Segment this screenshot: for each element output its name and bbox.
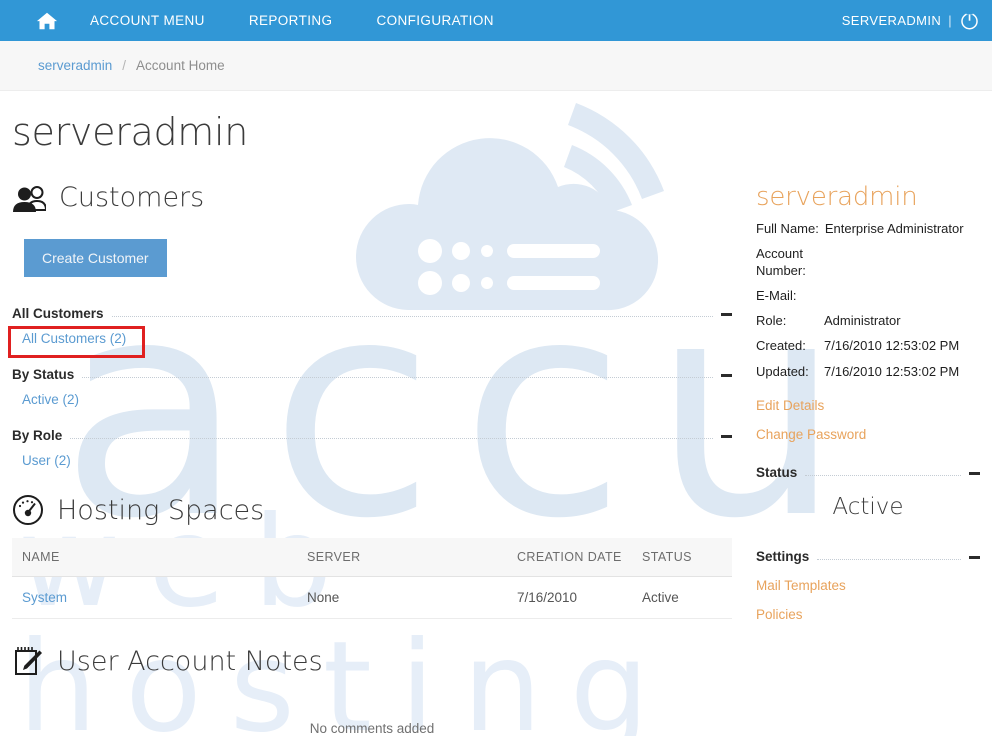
hosting-spaces-section-header: Hosting Spaces xyxy=(12,494,732,526)
filter-group-label: By Role xyxy=(12,428,63,443)
user-account-notes-title: User Account Notes xyxy=(57,645,323,677)
collapse-minus-icon[interactable] xyxy=(721,435,732,438)
table-header-row: NAME SERVER CREATION DATE STATUS xyxy=(12,538,732,577)
filter-group-label: All Customers xyxy=(12,306,104,321)
dotted-divider xyxy=(817,558,961,560)
gauge-icon xyxy=(12,494,44,526)
cell-server: None xyxy=(297,576,507,619)
policies-link[interactable]: Policies xyxy=(756,607,980,622)
breadcrumb-root-link[interactable]: serveradmin xyxy=(38,58,112,73)
filter-group-header[interactable]: All Customers xyxy=(12,299,732,321)
top-navigation-bar: ACCOUNT MENU REPORTING CONFIGURATION SER… xyxy=(0,0,992,41)
mail-templates-link[interactable]: Mail Templates xyxy=(756,578,980,593)
nav-item-reporting[interactable]: REPORTING xyxy=(227,0,355,41)
account-details-sidebar: serveradmin Full Name: Enterprise Admini… xyxy=(756,182,980,636)
nav-item-configuration[interactable]: CONFIGURATION xyxy=(354,0,515,41)
detail-row-email: E-Mail: xyxy=(756,288,980,304)
dotted-divider xyxy=(82,377,713,378)
status-value: Active xyxy=(832,493,904,520)
filter-group-header[interactable]: By Role xyxy=(12,421,732,443)
detail-row-account-number: Account Number: xyxy=(756,246,980,279)
filter-group-header[interactable]: By Status xyxy=(12,360,732,382)
page-title: serveradmin xyxy=(12,110,249,154)
current-user-label[interactable]: SERVERADMIN xyxy=(842,13,942,28)
power-icon xyxy=(961,11,978,30)
status-section-header[interactable]: Status xyxy=(756,460,980,480)
detail-row-full-name: Full Name: Enterprise Administrator xyxy=(756,221,980,237)
sidebar-account-title: serveradmin xyxy=(756,182,918,212)
hosting-spaces-table: NAME SERVER CREATION DATE STATUS System … xyxy=(12,538,732,619)
column-header-server[interactable]: SERVER xyxy=(297,538,507,577)
home-icon xyxy=(36,12,58,29)
detail-row-created: Created: 7/16/2010 12:53:02 PM xyxy=(756,338,980,354)
detail-label: E-Mail: xyxy=(756,287,797,303)
breadcrumb-current: Account Home xyxy=(136,58,225,73)
change-password-link[interactable]: Change Password xyxy=(756,427,980,442)
detail-row-role: Role: Administrator xyxy=(756,313,980,329)
edit-details-link[interactable]: Edit Details xyxy=(756,398,980,413)
detail-label: Full Name: xyxy=(756,221,819,236)
filter-link-active[interactable]: Active (2) xyxy=(22,392,79,407)
detail-value: 7/16/2010 12:53:02 PM xyxy=(824,363,960,379)
detail-label: Updated: xyxy=(756,363,809,379)
column-header-status[interactable]: STATUS xyxy=(632,538,732,577)
filter-group-by-status: By Status Active (2) xyxy=(12,360,732,419)
customers-title: Customers xyxy=(59,182,205,213)
user-account-notes-section-header: User Account Notes xyxy=(12,645,732,677)
detail-value: 7/16/2010 12:53:02 PM xyxy=(824,338,960,354)
dotted-divider xyxy=(805,474,961,476)
home-button[interactable] xyxy=(26,0,68,41)
detail-label: Account Number: xyxy=(756,246,806,278)
status-section-label: Status xyxy=(756,464,798,480)
filter-link-all-customers[interactable]: All Customers (2) xyxy=(22,331,126,346)
breadcrumb-separator: / xyxy=(122,58,127,73)
logout-button[interactable] xyxy=(959,10,980,31)
filter-group-label: By Status xyxy=(12,367,75,382)
column-header-name[interactable]: NAME xyxy=(12,538,297,577)
nav-item-account-menu[interactable]: ACCOUNT MENU xyxy=(68,0,227,41)
collapse-minus-icon[interactable] xyxy=(721,313,732,316)
dotted-divider xyxy=(70,438,713,439)
detail-row-updated: Updated: 7/16/2010 12:53:02 PM xyxy=(756,364,980,380)
dotted-divider xyxy=(111,316,713,317)
hosting-space-link-system[interactable]: System xyxy=(22,590,67,605)
main-content: Customers Create Customer All Customers … xyxy=(12,182,732,736)
collapse-minus-icon[interactable] xyxy=(721,374,732,377)
table-row: System None 7/16/2010 Active xyxy=(12,576,732,619)
collapse-minus-icon[interactable] xyxy=(969,471,980,475)
filter-link-user[interactable]: User (2) xyxy=(22,453,71,468)
detail-label: Created: xyxy=(756,338,806,354)
filter-group-all-customers: All Customers All Customers (2) xyxy=(12,299,732,358)
users-icon xyxy=(12,183,46,213)
detail-value: Administrator xyxy=(824,313,901,328)
create-customer-button[interactable]: Create Customer xyxy=(24,239,167,277)
cell-creation-date: 7/16/2010 xyxy=(507,576,632,619)
notes-empty-message: No comments added xyxy=(309,721,435,736)
hosting-spaces-title: Hosting Spaces xyxy=(57,494,265,526)
notepad-pencil-icon xyxy=(12,645,44,677)
cell-name: System xyxy=(12,576,297,619)
settings-section-label: Settings xyxy=(756,548,810,564)
nav-separator: | xyxy=(948,13,952,28)
detail-value: Enterprise Administrator xyxy=(824,221,964,236)
collapse-minus-icon[interactable] xyxy=(969,555,980,559)
detail-label: Role: xyxy=(756,313,787,328)
settings-section-header[interactable]: Settings xyxy=(756,544,980,564)
customers-section-header: Customers xyxy=(12,182,732,213)
breadcrumb: serveradmin / Account Home xyxy=(0,41,992,91)
cell-status: Active xyxy=(632,576,732,619)
column-header-creation-date[interactable]: CREATION DATE xyxy=(507,538,632,577)
filter-group-by-role: By Role User (2) xyxy=(12,421,732,480)
